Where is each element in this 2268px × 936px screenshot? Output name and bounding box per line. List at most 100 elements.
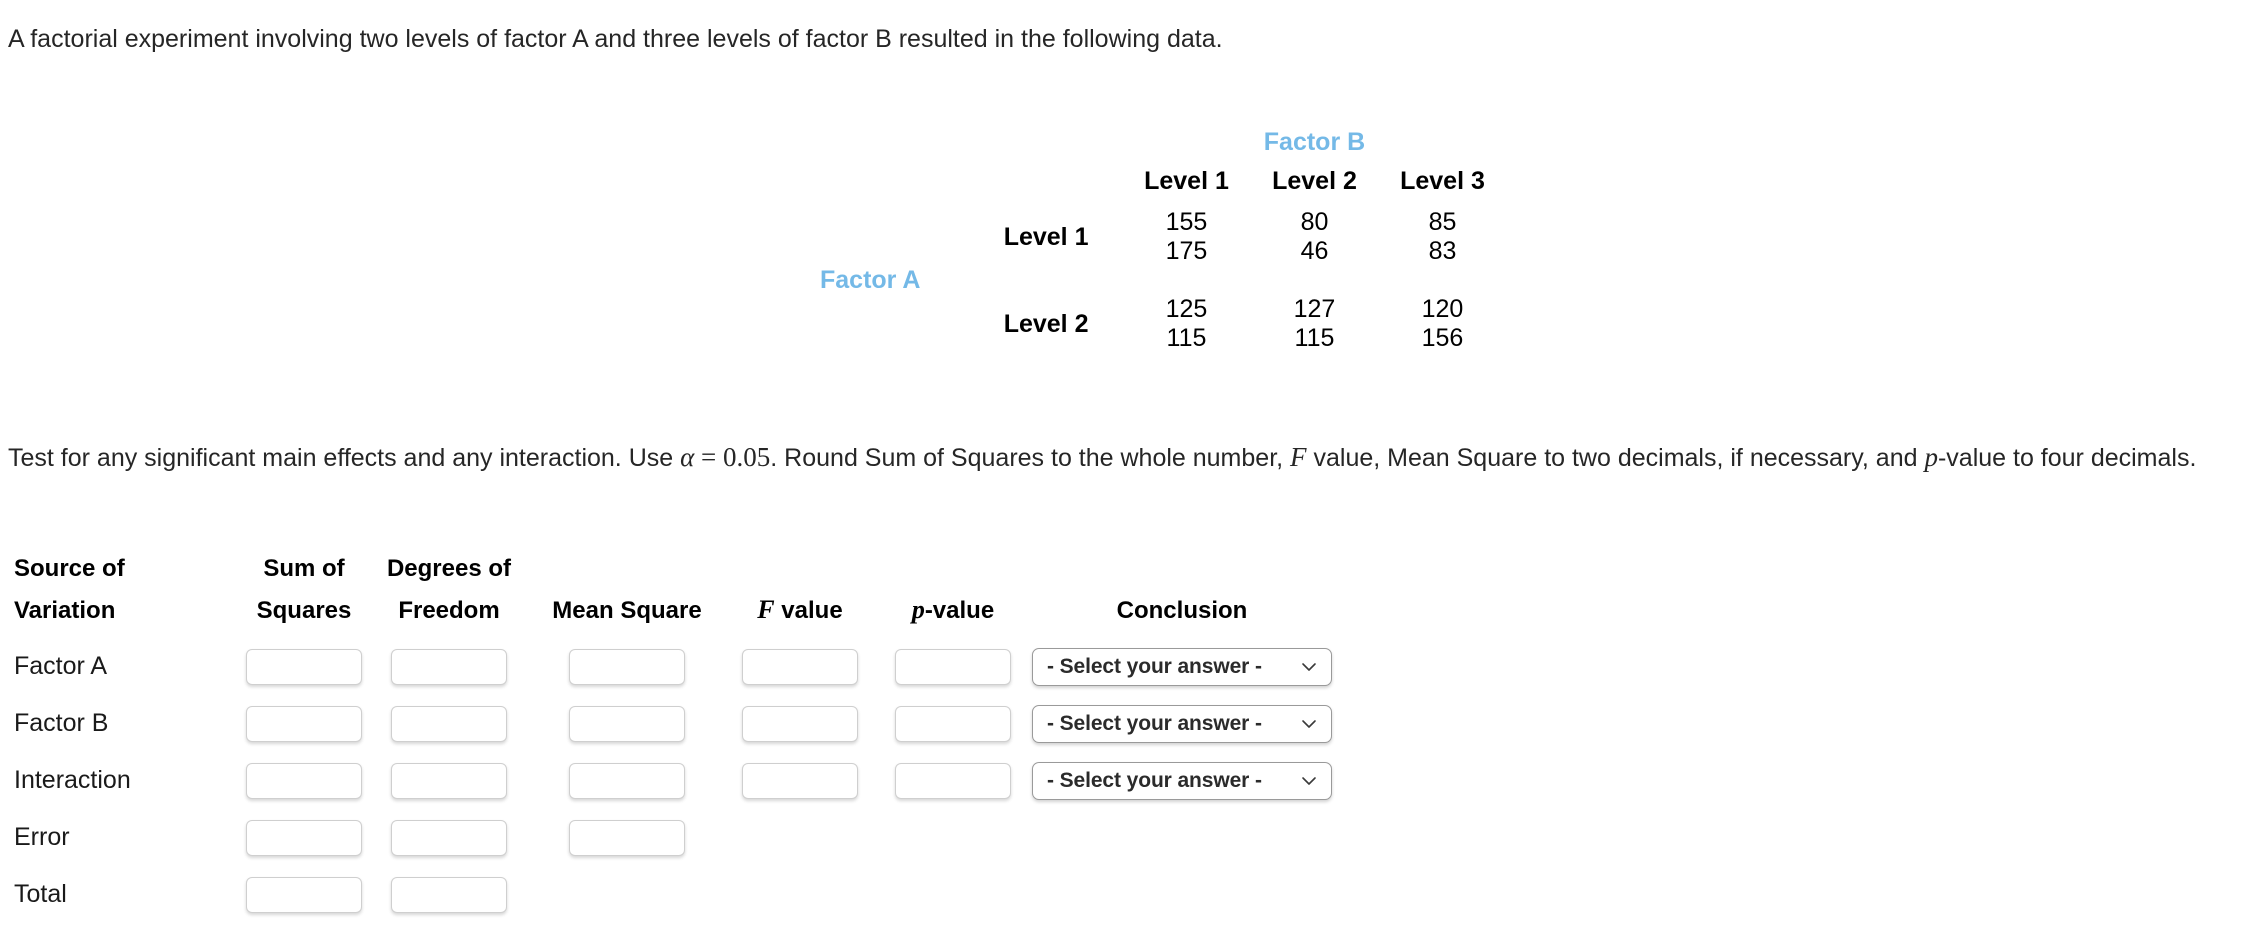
cell-sum-of-squares (238, 752, 370, 809)
alpha-value: 0.05 (723, 442, 771, 472)
input-p-value-interaction[interactable] (895, 762, 1011, 799)
input-sum-of-squares-total[interactable] (246, 876, 362, 913)
level-header-row: Level 1 Level 2 Level 3 (820, 167, 1506, 208)
header-p-value: p-value (874, 548, 1032, 638)
cell-empty (726, 866, 874, 923)
select-conclusion-interaction[interactable]: - Select your answer - (1032, 761, 1332, 800)
table-row: Factor A - Select your answer - (8, 638, 1332, 695)
input-degrees-of-freedom-total[interactable] (391, 876, 507, 913)
anova-header-row: Source of Variation Sum of Squares Degre… (8, 548, 1332, 638)
table-row: Interaction - Select your answer - (8, 752, 1332, 809)
cell-sum-of-squares (238, 866, 370, 923)
input-p-value-factor-b[interactable] (895, 705, 1011, 742)
input-sum-of-squares-error[interactable] (246, 819, 362, 856)
factor-b-header-row: Factor B (820, 128, 1506, 167)
p-value-symbol: p (911, 595, 925, 624)
input-degrees-of-freedom-error[interactable] (391, 819, 507, 856)
input-degrees-of-freedom-factor-a[interactable] (391, 648, 507, 685)
cell-mean-square (528, 695, 726, 752)
factorial-data-table: Factor B Level 1 Level 2 Level 3 Level 1… (820, 128, 1506, 353)
empty-cell (938, 128, 1122, 167)
input-sum-of-squares-factor-a[interactable] (246, 648, 362, 685)
data-cell: 115 (1294, 324, 1335, 352)
factor-a-label-row: Factor A (820, 266, 1506, 295)
input-f-value-factor-b[interactable] (742, 705, 858, 742)
equals-symbol: = (694, 442, 724, 472)
row-label-error: Error (14, 823, 70, 851)
data-cell: 115 (1166, 324, 1207, 352)
intro-paragraph: A factorial experiment involving two lev… (8, 25, 1223, 53)
data-row-level-1-rep-1: Level 1 155 80 85 (820, 208, 1506, 251)
select-conclusion-factor-a[interactable]: - Select your answer - (1032, 647, 1332, 686)
row-header-level-2: Level 2 (1003, 309, 1089, 338)
alpha-symbol: α (680, 442, 695, 472)
empty-cell (1122, 266, 1250, 295)
data-cell: 83 (1428, 237, 1457, 265)
f-value-text: value (774, 597, 843, 624)
data-cell: 46 (1300, 237, 1329, 265)
cell-f-value (726, 752, 874, 809)
empty-cell (1378, 266, 1506, 295)
empty-cell (820, 128, 938, 167)
input-mean-square-error[interactable] (569, 819, 685, 856)
input-f-value-factor-a[interactable] (742, 648, 858, 685)
input-p-value-factor-a[interactable] (895, 648, 1011, 685)
empty-cell (820, 295, 938, 324)
input-mean-square-factor-b[interactable] (569, 705, 685, 742)
input-sum-of-squares-interaction[interactable] (246, 762, 362, 799)
f-value-symbol: F (757, 595, 775, 624)
cell-conclusion: - Select your answer - (1032, 695, 1332, 752)
instruction-text-part-1: Test for any significant main effects an… (8, 444, 681, 472)
input-mean-square-factor-a[interactable] (569, 648, 685, 685)
empty-cell (938, 167, 1122, 208)
cell-conclusion: - Select your answer - (1032, 752, 1332, 809)
header-source-of-variation: Source of Variation (14, 555, 125, 624)
p-value-text: -value (924, 597, 995, 624)
cell-p-value (874, 695, 1032, 752)
data-cell: 80 (1300, 208, 1329, 236)
column-header-level-2: Level 2 (1272, 167, 1357, 195)
column-header-level-3: Level 3 (1400, 167, 1485, 195)
table-row: Error (8, 809, 1332, 866)
row-label-total: Total (14, 880, 67, 908)
chevron-down-icon (1299, 714, 1319, 734)
cell-degrees-of-freedom (370, 638, 528, 695)
table-row: Factor B - Select your answer - (8, 695, 1332, 752)
header-conclusion: Conclusion (1116, 597, 1248, 624)
row-label-factor-b: Factor B (14, 709, 109, 737)
input-mean-square-interaction[interactable] (569, 762, 685, 799)
cell-empty (528, 866, 726, 923)
instruction-text-part-2: . Round Sum of Squares to the whole numb… (770, 444, 1291, 472)
column-header-level-1: Level 1 (1144, 167, 1229, 195)
empty-cell (938, 266, 1122, 295)
select-conclusion-factor-b[interactable]: - Select your answer - (1032, 704, 1332, 743)
row-label-interaction: Interaction (14, 766, 131, 794)
cell-sum-of-squares (238, 809, 370, 866)
cell-f-value (726, 638, 874, 695)
data-cell: 125 (1165, 295, 1208, 323)
chevron-down-icon (1299, 657, 1319, 677)
cell-empty (874, 809, 1032, 866)
data-cell: 127 (1293, 295, 1336, 323)
input-degrees-of-freedom-interaction[interactable] (391, 762, 507, 799)
cell-sum-of-squares (238, 638, 370, 695)
select-conclusion-interaction-label: - Select your answer - (1047, 768, 1262, 792)
instruction-text-part-4: -value to four decimals. (1937, 444, 2197, 472)
cell-f-value (726, 695, 874, 752)
cell-empty (1032, 809, 1332, 866)
data-row-level-2-rep-2: 115 115 156 (820, 324, 1506, 353)
cell-mean-square (528, 638, 726, 695)
input-degrees-of-freedom-factor-b[interactable] (391, 705, 507, 742)
empty-cell (820, 167, 938, 208)
input-f-value-interaction[interactable] (742, 762, 858, 799)
data-cell: 85 (1428, 208, 1457, 236)
instruction-text-part-3: value, Mean Square to two decimals, if n… (1306, 444, 1925, 472)
row-label-factor-a: Factor A (14, 652, 108, 680)
chevron-down-icon (1299, 771, 1319, 791)
input-sum-of-squares-factor-b[interactable] (246, 705, 362, 742)
header-f-value: F value (726, 548, 874, 638)
data-cell: 120 (1421, 295, 1464, 323)
header-degrees-of-freedom: Degrees of Freedom (386, 555, 512, 624)
data-row-level-1-rep-2: 175 46 83 (820, 237, 1506, 266)
factor-b-label: Factor B (1263, 128, 1366, 156)
